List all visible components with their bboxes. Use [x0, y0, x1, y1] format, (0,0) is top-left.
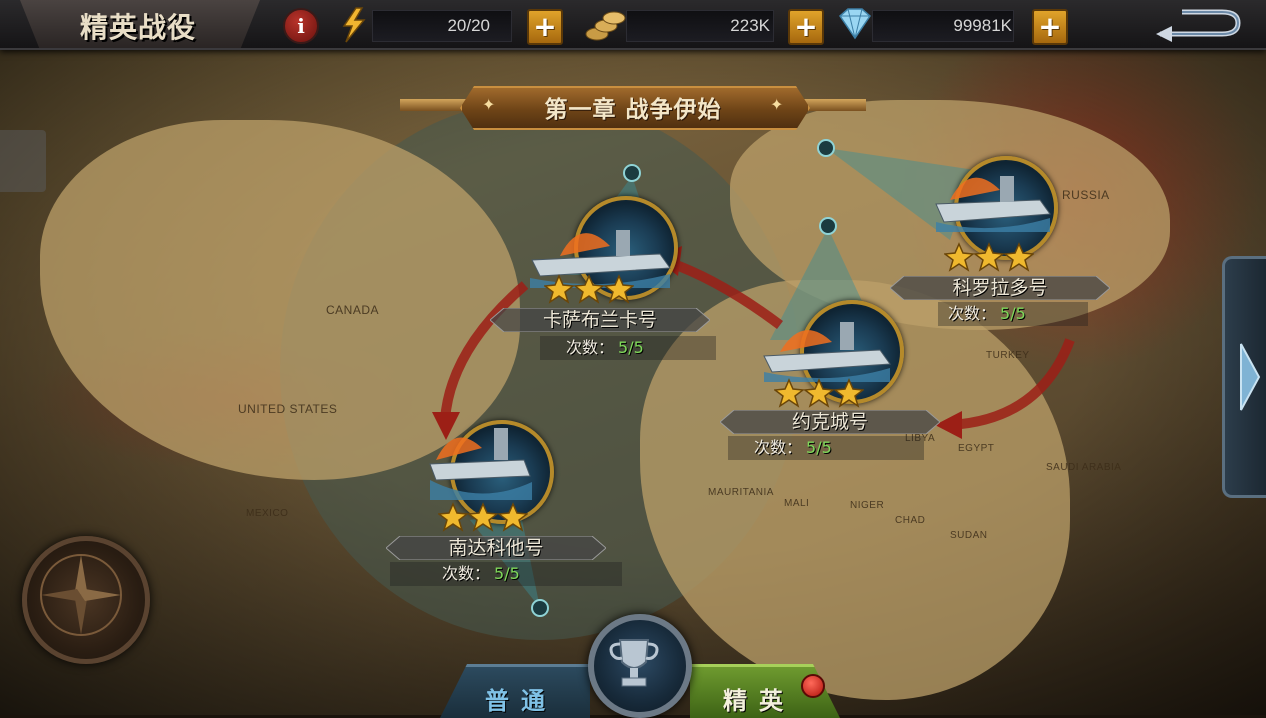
left-side-tab[interactable]: [0, 130, 46, 192]
carrier-ship-icon: [935, 176, 1051, 232]
bottom-mode-bar: 普通 精英: [400, 610, 866, 718]
ship-node-colorado[interactable]: 科罗拉多号 次数： 5/5: [890, 156, 1120, 326]
ship-name: 卡萨布兰卡号: [542, 309, 657, 331]
star-rating: [543, 274, 635, 308]
ship-name: 南达科他号: [448, 537, 544, 559]
star-rating: [437, 502, 529, 536]
star-rating: [943, 242, 1035, 276]
next-region-button[interactable]: [1222, 256, 1266, 498]
add-coins-button[interactable]: +: [788, 9, 824, 45]
ship-name-plate: 约克城号: [720, 410, 940, 434]
tab-normal-label: 普通: [485, 687, 557, 715]
attempts-label: 次数：: [754, 438, 803, 457]
star-icon: [833, 378, 865, 408]
attempts-label: 次数：: [948, 304, 997, 323]
ship-node-south-dakota[interactable]: 南达科他号 次数： 5/5: [386, 420, 622, 590]
chapter-banner: ✦ ✦ 第一章 战争伊始: [400, 86, 866, 130]
page-title: 精英战役: [79, 11, 196, 44]
ship-node-yorktown[interactable]: 约克城号 次数： 5/5: [720, 300, 940, 464]
chapter-title: 第一章 战争伊始: [544, 97, 722, 123]
diamond-icon: [839, 8, 871, 40]
attempts-row: 次数： 5/5: [390, 562, 622, 586]
tab-normal[interactable]: 普通: [440, 664, 590, 718]
star-icon: [803, 378, 835, 408]
star-icon: [603, 274, 635, 304]
energy-value: 20/20: [447, 16, 490, 35]
notification-dot: [801, 674, 825, 698]
compass-icon[interactable]: [22, 536, 150, 664]
star-icon: [773, 378, 805, 408]
star-icon: [437, 502, 469, 532]
back-arrow-icon[interactable]: [1152, 4, 1244, 44]
ship-node-casablanca[interactable]: 卡萨布兰卡号 次数： 5/5: [490, 196, 720, 360]
attempts-value: 5/5: [1000, 304, 1026, 323]
star-icon: [497, 502, 529, 532]
diamonds-value: 99981K: [953, 16, 1012, 35]
star-icon: [1003, 242, 1035, 272]
add-energy-button[interactable]: +: [527, 9, 563, 45]
attempts-row: 次数： 5/5: [728, 436, 924, 460]
route-arrow-casablanca-to-south-dakota: [440, 281, 529, 421]
add-diamonds-button[interactable]: +: [1032, 9, 1068, 45]
star-icon: [467, 502, 499, 532]
info-icon[interactable]: i: [283, 8, 319, 44]
trophy-icon: [609, 639, 659, 687]
ship-name: 科罗拉多号: [952, 277, 1048, 299]
attempts-label: 次数：: [442, 564, 491, 583]
trophy-button[interactable]: [588, 614, 692, 718]
star-rating: [773, 378, 865, 412]
route-arrow-colorado-to-yorktown: [949, 338, 1075, 430]
coins-value: 223K: [730, 16, 770, 35]
coins-icon: [585, 11, 626, 41]
chevron-right-icon: [1240, 343, 1261, 411]
star-icon: [543, 274, 575, 304]
attempts-value: 5/5: [806, 438, 832, 457]
ship-name-plate: 南达科他号: [386, 536, 606, 560]
lightning-icon: [342, 7, 366, 43]
star-icon: [943, 242, 975, 272]
star-icon: [973, 242, 1005, 272]
waypoint-dot: [819, 217, 837, 235]
attempts-label: 次数：: [566, 338, 615, 357]
waypoint-dot: [623, 164, 641, 182]
attempts-row: 次数： 5/5: [938, 302, 1088, 326]
ship-name-plate: 卡萨布兰卡号: [490, 308, 710, 332]
attempts-value: 5/5: [618, 338, 644, 357]
ship-name-plate: 科罗拉多号: [890, 276, 1110, 300]
attempts-row: 次数： 5/5: [540, 336, 716, 360]
star-icon: [573, 274, 605, 304]
waypoint-dot: [817, 139, 835, 157]
attempts-value: 5/5: [494, 564, 520, 583]
ship-name: 约克城号: [791, 411, 868, 433]
top-bar: 精英战役 i 20/20 + 223K + 99981K +: [0, 0, 1266, 50]
